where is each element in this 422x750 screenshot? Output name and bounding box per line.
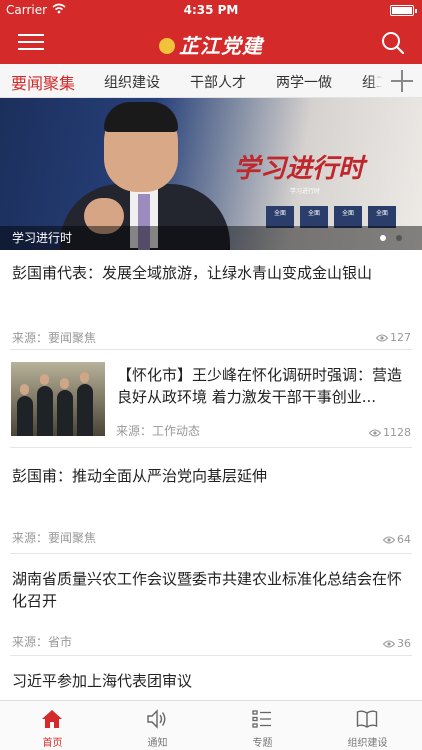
banner-chip: 全面 (266, 206, 294, 228)
news-title: 彭国甫代表：发展全域旅游，让绿水青山变成金山银山 (12, 264, 373, 282)
banner-caption: 学习进行时 (12, 231, 73, 245)
banner-slogan: 学习进行时 (234, 154, 365, 184)
carousel-dot-active[interactable] (380, 235, 386, 241)
list-item[interactable]: 【怀化市】王少峰在怀化调研时强调：营造良好从政环境 着力激发干部干事创业... … (0, 350, 422, 448)
tab-label: 首页 (42, 738, 63, 749)
list-item[interactable]: 湖南省质量兴农工作会议暨委市共建农业标准化总结会在怀化召开 来源：省市 36 (0, 554, 422, 656)
tab-label: 专题 (252, 738, 273, 749)
search-icon[interactable] (380, 30, 406, 56)
banner-slogan-sub: 学习进行时 (290, 188, 321, 195)
view-count: 36 (382, 637, 411, 650)
news-title: 湖南省质量兴农工作会议暨委市共建农业标准化总结会在怀化召开 (12, 570, 403, 610)
tab-yaowen[interactable]: 要闻聚集 (11, 70, 75, 94)
party-emblem-icon (159, 38, 175, 54)
list-icon (252, 710, 271, 728)
app-logo: 芷江党建 (0, 30, 422, 59)
nav-bar: 芷江党建 (0, 20, 422, 64)
battery-icon (390, 5, 417, 16)
tab-zuzhi[interactable]: 组织建设 (104, 72, 160, 92)
news-source: 来源：要闻聚焦 (12, 331, 97, 345)
eye-icon (368, 429, 382, 437)
banner-chip: 全面 (334, 206, 362, 228)
news-source: 来源：要闻聚焦 (12, 531, 97, 545)
news-thumbnail (11, 362, 105, 436)
eye-icon (375, 334, 389, 342)
list-item[interactable]: 彭国甫：推动全面从严治党向基层延伸 来源：要闻聚焦 64 (0, 448, 422, 554)
carousel-dot[interactable] (396, 235, 402, 241)
clock-time: 4:35 PM (183, 3, 239, 17)
add-tab-icon[interactable] (382, 64, 422, 97)
list-item[interactable]: 彭国甫代表：发展全域旅游，让绿水青山变成金山银山 来源：要闻聚焦 127 (0, 250, 422, 350)
tab-label: 组织建设 (347, 738, 388, 749)
home-icon (42, 710, 62, 728)
list-item[interactable]: 习近平参加上海代表团审议 (0, 656, 422, 700)
tab-organization[interactable]: 组织建设 (315, 701, 420, 750)
book-icon (356, 710, 378, 728)
tab-home[interactable]: 首页 (0, 701, 105, 750)
tab-notice[interactable]: 通知 (105, 701, 210, 750)
view-count: 1128 (368, 426, 411, 439)
bottom-tab-bar: 首页 通知 专题 组织建设 (0, 700, 422, 750)
eye-icon (382, 536, 396, 544)
banner-carousel[interactable]: 学习进行时 学习进行时 全面 全面 全面 全面 学习进行时 (0, 98, 422, 250)
news-source: 来源：工作动态 (116, 424, 201, 438)
banner-chip: 全面 (300, 206, 328, 228)
news-title: 习近平参加上海代表团审议 (12, 672, 193, 690)
news-title: 彭国甫：推动全面从严治党向基层延伸 (12, 467, 268, 485)
status-bar: Carrier 4:35 PM (0, 0, 422, 20)
tab-topics[interactable]: 专题 (210, 701, 315, 750)
speaker-icon (147, 709, 166, 729)
app-title: 芷江党建 (179, 34, 263, 58)
news-source: 来源：省市 (12, 635, 73, 649)
view-count: 127 (375, 331, 411, 344)
tab-ganbu[interactable]: 干部人才 (190, 72, 246, 92)
eye-icon (382, 640, 396, 648)
view-count: 64 (382, 533, 411, 546)
tab-liangxue[interactable]: 两学一做 (276, 72, 332, 92)
category-tabs: 要闻聚集 组织建设 干部人才 两学一做 组工 (0, 64, 422, 98)
news-title: 【怀化市】王少峰在怀化调研时强调：营造良好从政环境 着力激发干部干事创业... (117, 366, 403, 406)
tab-label: 通知 (147, 738, 168, 749)
banner-chip: 全面 (368, 206, 396, 228)
